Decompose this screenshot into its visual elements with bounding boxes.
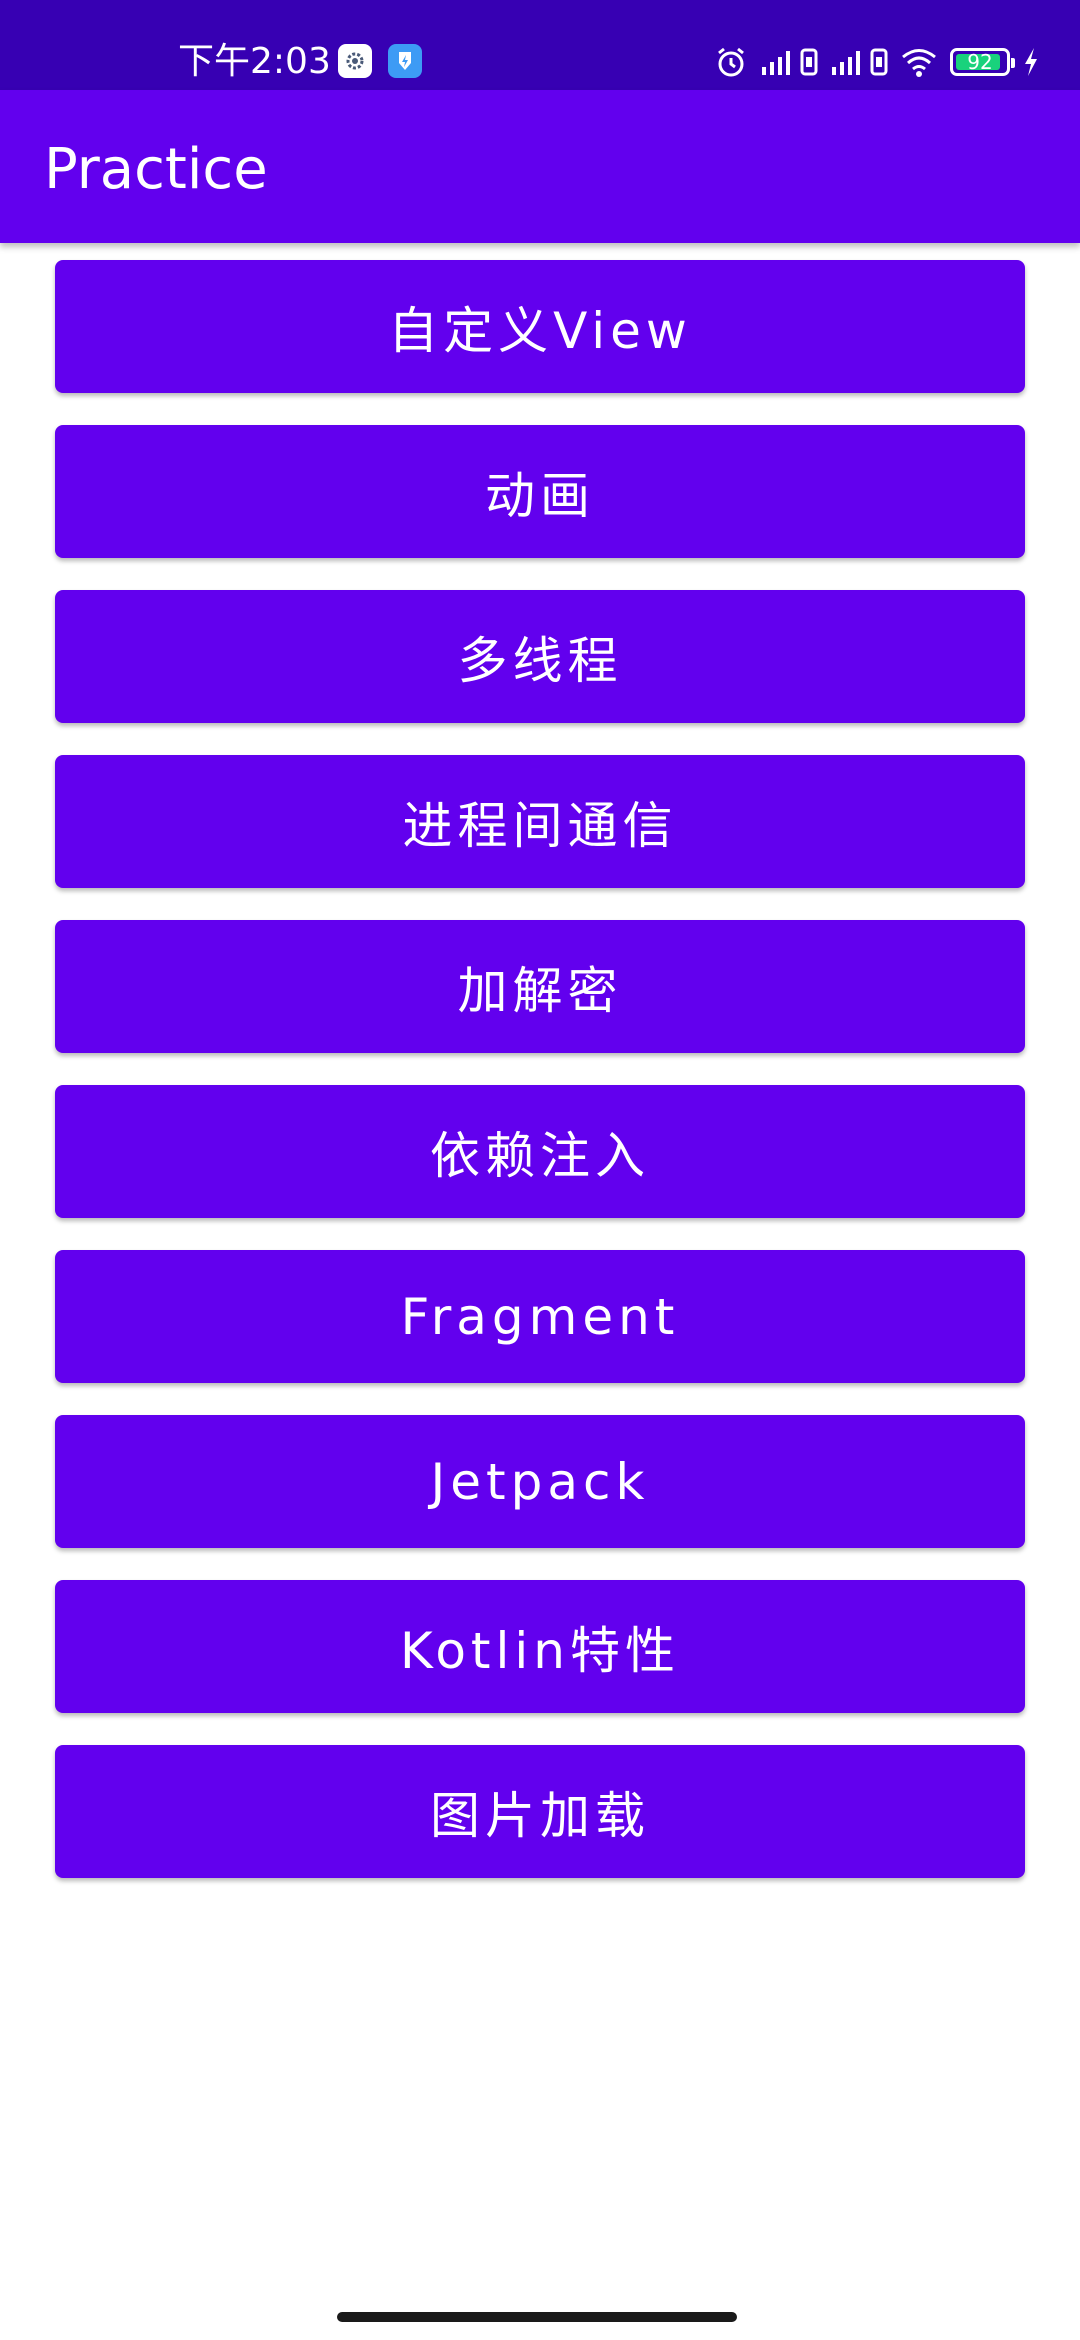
home-indicator[interactable] xyxy=(337,2312,737,2322)
signal-group-1 xyxy=(760,47,818,77)
kotlin-features-button[interactable]: Kotlin特性 xyxy=(55,1580,1025,1713)
menu-list: 自定义View 动画 多线程 进程间通信 加解密 依赖注入 Fragment J… xyxy=(55,260,1025,1910)
ipc-button[interactable]: 进程间通信 xyxy=(55,755,1025,888)
battery-cap xyxy=(1011,58,1015,68)
signal-icon xyxy=(762,51,790,75)
dependency-injection-button[interactable]: 依赖注入 xyxy=(55,1085,1025,1218)
wifi-icon xyxy=(902,49,936,77)
alarm-icon xyxy=(718,47,744,77)
multithreading-button[interactable]: 多线程 xyxy=(55,590,1025,723)
app-bar: Practice xyxy=(0,90,1080,243)
sim-1-icon xyxy=(800,48,818,76)
status-bar: 下午2:03 92 xyxy=(0,0,1080,90)
charging-icon xyxy=(1025,48,1037,76)
status-icons: 92 xyxy=(702,40,1040,84)
image-loading-button[interactable]: 图片加载 xyxy=(55,1745,1025,1878)
signal-group-2 xyxy=(830,47,888,77)
flash-app-icon xyxy=(388,44,422,78)
custom-view-button[interactable]: 自定义View xyxy=(55,260,1025,393)
fragment-button[interactable]: Fragment xyxy=(55,1250,1025,1383)
jetpack-button[interactable]: Jetpack xyxy=(55,1415,1025,1548)
encryption-button[interactable]: 加解密 xyxy=(55,920,1025,1053)
status-time: 下午2:03 xyxy=(178,41,331,82)
settings-app-icon xyxy=(338,44,372,78)
animation-button[interactable]: 动画 xyxy=(55,425,1025,558)
sim-2-icon xyxy=(870,48,888,76)
battery-icon: 92 xyxy=(950,48,1015,76)
app-title: Practice xyxy=(44,137,268,202)
battery-level: 92 xyxy=(967,50,993,74)
signal-icon xyxy=(832,51,860,75)
